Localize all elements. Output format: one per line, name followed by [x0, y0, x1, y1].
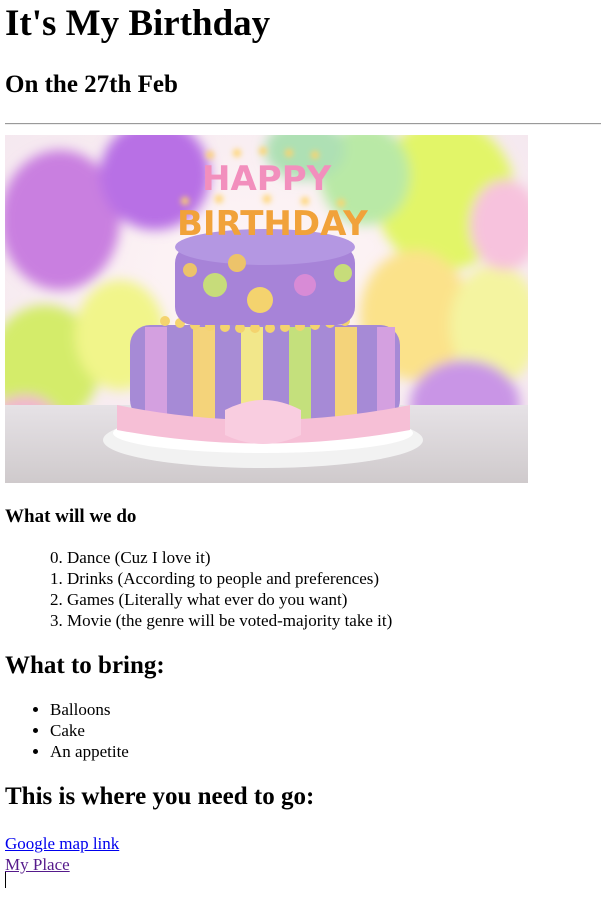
bring-heading: What to bring:	[5, 652, 165, 679]
list-item: Cake	[50, 720, 597, 741]
page-title: It's My Birthday	[5, 3, 271, 44]
list-item: Balloons	[50, 699, 597, 720]
list-item: 0. Dance (Cuz I love it)	[50, 548, 211, 567]
list-item: An appetite	[50, 741, 597, 762]
page: It's My Birthday On the 27th Feb HAPPY B…	[0, 3, 602, 875]
location-heading: This is where you need to go:	[5, 783, 315, 810]
cake-text-bottom: BIRTHDAY	[177, 204, 368, 244]
activities-list: 0. Dance (Cuz I love it) 1. Drinks (Acco…	[5, 547, 597, 631]
list-item: 2. Games (Literally what ever do you wan…	[50, 590, 348, 609]
list-item: 1. Drinks (According to people and prefe…	[50, 569, 380, 588]
activities-heading: What will we do	[5, 506, 137, 527]
page-subtitle: On the 27th Feb	[5, 71, 178, 98]
bring-list: Balloons Cake An appetite	[5, 699, 597, 762]
cake-text-top: HAPPY	[202, 159, 332, 199]
horizontal-rule	[5, 123, 601, 125]
google-map-link[interactable]: Google map link	[5, 833, 119, 854]
location-links: Google map link My Place	[5, 833, 597, 875]
text-cursor	[5, 872, 6, 888]
my-place-link[interactable]: My Place	[5, 854, 70, 875]
birthday-cake-image: HAPPY BIRTHDAY	[5, 135, 528, 483]
list-item: 3. Movie (the genre will be voted-majori…	[50, 611, 393, 630]
